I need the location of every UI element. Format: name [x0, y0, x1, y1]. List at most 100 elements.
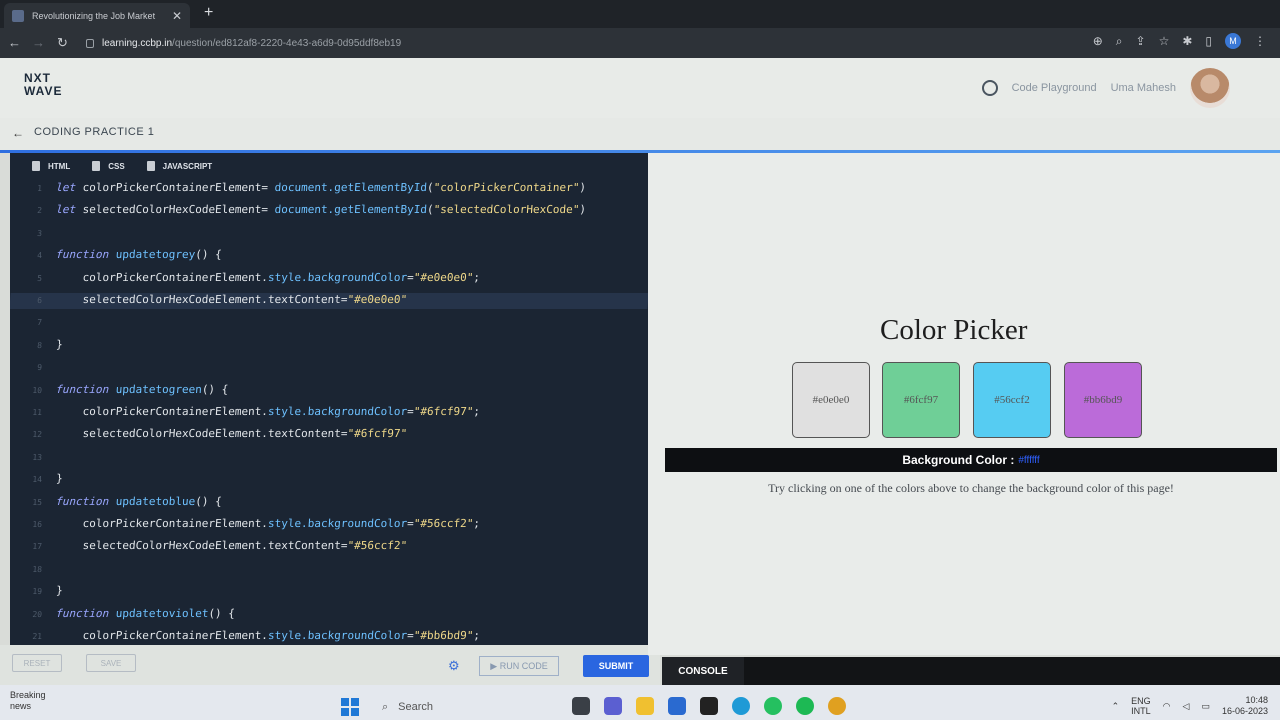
code-line[interactable]: 13: [10, 450, 648, 466]
code-line[interactable]: 5 colorPickerContainerElement.style.back…: [10, 271, 648, 287]
line-number: 3: [36, 228, 43, 238]
submit-button[interactable]: SUBMIT: [583, 655, 649, 677]
back-arrow-icon[interactable]: ←: [8, 35, 21, 50]
line-number: 21: [32, 632, 43, 641]
sidepanel-icon[interactable]: ▯: [1205, 34, 1212, 48]
new-tab-button[interactable]: +: [204, 4, 213, 22]
line-number: 8: [36, 340, 43, 350]
bookmark-star-icon[interactable]: ☆: [1159, 34, 1170, 48]
start-windows-icon[interactable]: [341, 698, 359, 716]
code-token: style.backgroundColor: [267, 629, 408, 642]
install-icon[interactable]: ⊕: [1093, 34, 1103, 48]
code-token: colorPickerContainerElement=: [82, 181, 276, 194]
code-line[interactable]: 14}: [10, 472, 648, 488]
save-button[interactable]: SAVE: [86, 654, 136, 672]
code-token: ;: [472, 629, 481, 642]
run-code-button[interactable]: ▶ RUN CODE: [479, 656, 559, 676]
volume-icon[interactable]: ◁: [1183, 701, 1190, 712]
browser-tab[interactable]: Revolutionizing the Job Market ✕: [4, 3, 190, 28]
code-token: function: [55, 248, 117, 262]
code-token: document.getElementById: [274, 203, 428, 217]
line-number: 5: [36, 273, 43, 283]
nxtwave-logo[interactable]: NXT WAVE: [24, 72, 62, 98]
back-arrow-icon[interactable]: ←: [12, 126, 24, 140]
battery-icon[interactable]: ▭: [1201, 701, 1210, 712]
url-field[interactable]: learning.ccbp.in /question/ed812af8-2220…: [86, 33, 1046, 53]
code-line[interactable]: 10 function updatetogreen() {: [10, 383, 648, 399]
stopwatch-icon[interactable]: [981, 80, 998, 96]
menu-kebab-icon[interactable]: ⋮: [1254, 34, 1266, 48]
code-line[interactable]: 15 function updatetoblue() {: [10, 495, 648, 511]
code-token: () {: [207, 606, 236, 620]
line-number: 14: [32, 475, 43, 485]
tab-html[interactable]: HTML: [32, 161, 70, 171]
code-line[interactable]: 18: [10, 562, 648, 578]
edge-icon[interactable]: [732, 697, 750, 715]
line-number: 19: [32, 587, 43, 597]
search-placeholder: Search: [398, 701, 434, 713]
zoom-icon[interactable]: ⌕: [1116, 34, 1123, 49]
spotify-icon[interactable]: [796, 697, 814, 715]
task-view-icon[interactable]: [572, 697, 590, 715]
practice-title: CODING PRACTICE 1: [34, 126, 155, 138]
teams-icon[interactable]: [604, 697, 622, 715]
code-line[interactable]: 11 colorPickerContainerElement.style.bac…: [10, 405, 648, 421]
chrome-icon[interactable]: [828, 697, 846, 715]
code-token: updatetogrey: [115, 248, 196, 262]
code-line[interactable]: 4 function updatetogrey() {: [10, 248, 648, 264]
code-token: document.getElementById: [274, 181, 428, 194]
line-number: 9: [36, 363, 43, 373]
share-icon[interactable]: ⇪: [1136, 34, 1146, 48]
code-line[interactable]: 7: [10, 315, 648, 331]
user-avatar[interactable]: [1190, 68, 1230, 108]
code-line[interactable]: 12 selectedColorHexCodeElement.textConte…: [10, 427, 648, 443]
code-line[interactable]: 21 colorPickerContainerElement.style.bac…: [10, 629, 648, 645]
settings-gear-icon[interactable]: ⚙: [448, 658, 460, 674]
code-token: ): [578, 203, 587, 217]
taskbar-search[interactable]: ⌕ Search: [376, 696, 566, 718]
language-indicator[interactable]: ENG INTL: [1131, 696, 1151, 716]
code-line[interactable]: 17 selectedColorHexCodeElement.textConte…: [10, 539, 648, 555]
green-swatch-button[interactable]: #6fcf97: [882, 362, 960, 438]
news-widget[interactable]: Breaking news: [10, 690, 46, 712]
code-token: "#6fcf97": [347, 427, 408, 441]
code-line[interactable]: 3: [10, 226, 648, 242]
grey-swatch-button[interactable]: #e0e0e0: [792, 362, 870, 438]
clock[interactable]: 10:48 16-06-2023: [1222, 695, 1268, 717]
wifi-icon[interactable]: ◠: [1163, 701, 1171, 712]
code-line[interactable]: 2 let selectedColorHexCodeElement= docume…: [10, 203, 648, 219]
reset-button[interactable]: RESET: [12, 654, 62, 672]
taskbar-apps: [572, 697, 846, 715]
violet-swatch-button[interactable]: #bb6bd9: [1064, 362, 1142, 438]
forward-arrow-icon[interactable]: →: [32, 35, 45, 50]
code-line[interactable]: 19}: [10, 584, 648, 600]
tab-javascript[interactable]: JAVASCRIPT: [146, 161, 212, 171]
code-line[interactable]: 16 colorPickerContainerElement.style.bac…: [10, 517, 648, 533]
code-editor[interactable]: HTML CSS JAVASCRIPT 1 let colorPickerCont…: [10, 153, 648, 645]
tab-favicon-icon: [12, 9, 24, 22]
dell-icon[interactable]: [700, 697, 718, 715]
blue-swatch-button[interactable]: #56ccf2: [973, 362, 1051, 438]
store-icon[interactable]: [668, 697, 686, 715]
console-tab[interactable]: CONSOLE: [662, 657, 744, 685]
chevron-up-icon[interactable]: ⌃: [1112, 701, 1120, 712]
tab-close-icon[interactable]: ✕: [172, 9, 182, 23]
code-line[interactable]: 9: [10, 360, 648, 376]
file-explorer-icon[interactable]: [636, 697, 654, 715]
code-line[interactable]: 20 function updatetoviolet() {: [10, 607, 648, 623]
profile-avatar[interactable]: M: [1225, 33, 1241, 49]
code-playground-link[interactable]: Code Playground: [1012, 82, 1097, 94]
user-name[interactable]: Uma Mahesh: [1111, 82, 1176, 94]
tab-css[interactable]: CSS: [92, 161, 125, 171]
code-line[interactable]: 8}: [10, 338, 648, 354]
code-line[interactable]: 6 selectedColorHexCodeElement.textConten…: [10, 293, 648, 309]
extensions-icon[interactable]: ✱: [1182, 34, 1192, 48]
code-line[interactable]: 1 let colorPickerContainerElement= docume…: [10, 181, 648, 197]
whatsapp-icon[interactable]: [764, 697, 782, 715]
reload-icon[interactable]: ↻: [57, 35, 68, 51]
code-token: style.backgroundColor: [267, 270, 408, 284]
